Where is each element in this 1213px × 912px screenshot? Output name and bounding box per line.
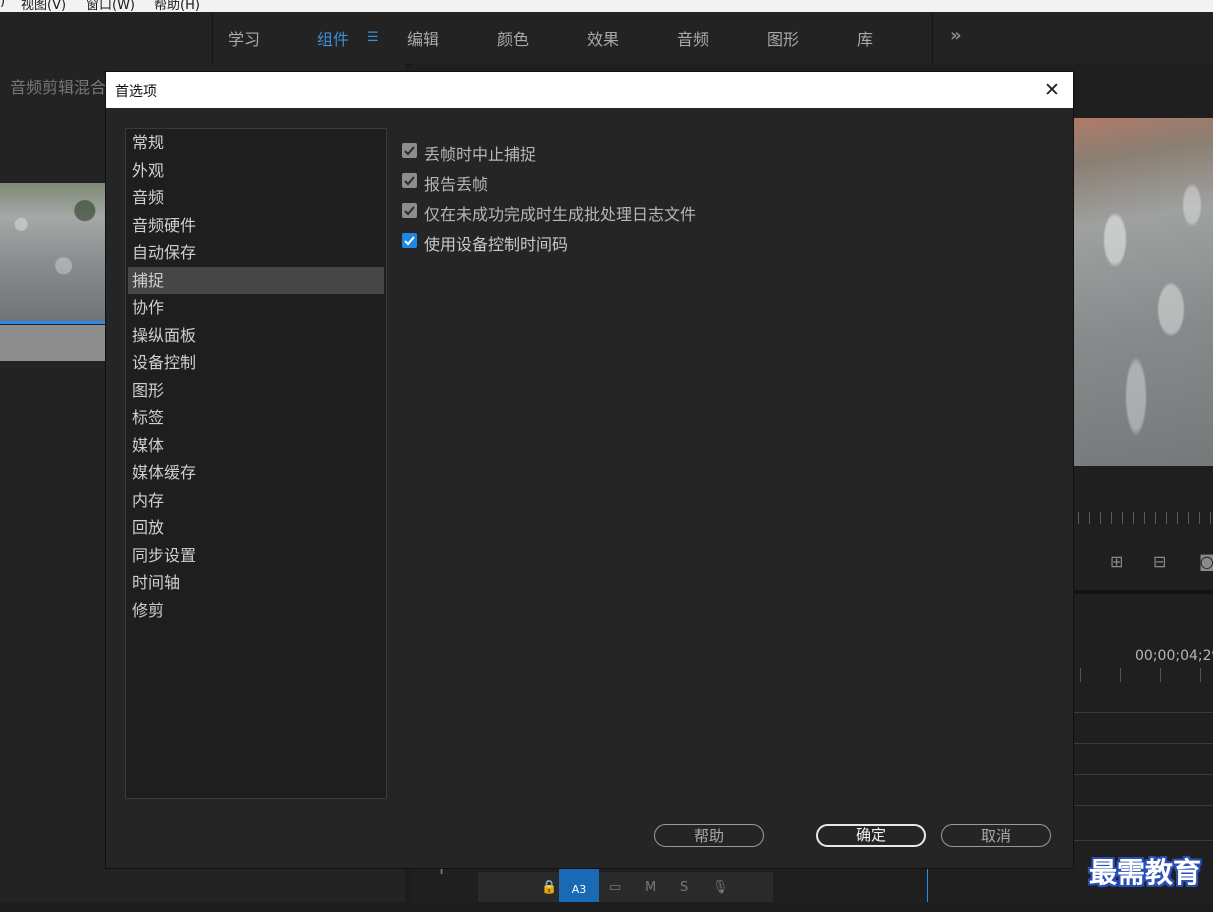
checkbox[interactable] <box>402 143 417 158</box>
menu-item-edit-fragment[interactable]: ) <box>0 0 5 9</box>
track-divider <box>1073 774 1213 775</box>
panel-title: 音频剪辑混合 <box>10 78 107 97</box>
track-target-a3[interactable]: A3 <box>559 868 599 902</box>
workspace-divider <box>932 12 933 64</box>
microphone-icon[interactable]: 🎙 <box>712 880 729 895</box>
workspace-tab-color[interactable]: 颜色 <box>497 26 529 50</box>
menu-item-window[interactable]: 窗口(W) <box>86 0 135 12</box>
category-general[interactable]: 常规 <box>128 129 384 156</box>
track-divider <box>1073 743 1213 744</box>
category-capture[interactable]: 捕捉 <box>128 266 384 294</box>
category-sync-settings[interactable]: 同步设置 <box>128 542 384 569</box>
dialog-title-bar[interactable]: 首选项 ✕ <box>106 72 1073 108</box>
category-appearance[interactable]: 外观 <box>128 157 384 184</box>
option-label: 使用设备控制时间码 <box>424 235 569 254</box>
menu-item-view[interactable]: 视图(V) <box>21 0 66 12</box>
preferences-dialog: 首选项 ✕ 常规 外观 音频 音频硬件 自动保存 捕捉 协作 操纵面板 设备控制… <box>106 72 1073 868</box>
workspace-tab-editing[interactable]: 编辑 <box>407 26 439 50</box>
category-audio[interactable]: 音频 <box>128 184 384 211</box>
dialog-title: 首选项 <box>115 84 157 100</box>
checkbox[interactable] <box>402 203 417 218</box>
menu-bar: ) 视图(V) 窗口(W) 帮助(H) <box>0 0 1213 12</box>
category-graphics[interactable]: 图形 <box>128 377 384 404</box>
workspace-tab-graphics[interactable]: 图形 <box>767 26 799 50</box>
lift-icon[interactable]: ⊞ <box>1110 552 1123 571</box>
thumbnail-footer <box>0 325 106 361</box>
category-trim[interactable]: 修剪 <box>128 597 384 624</box>
thumbnail-progress-bar <box>0 321 106 324</box>
camera-icon[interactable]: ◙ <box>1199 552 1213 571</box>
option-label: 仅在未成功完成时生成批处理日志文件 <box>424 205 697 224</box>
category-labels[interactable]: 标签 <box>128 404 384 431</box>
double-chevron-right-icon[interactable]: » <box>950 25 962 46</box>
extract-icon[interactable]: ⊟ <box>1153 552 1166 571</box>
checkbox[interactable] <box>402 173 417 188</box>
help-button[interactable]: 帮助 <box>654 824 764 847</box>
category-media[interactable]: 媒体 <box>128 432 384 459</box>
track-divider <box>1073 805 1213 806</box>
track-divider <box>1073 840 1213 841</box>
category-device-control[interactable]: 设备控制 <box>128 349 384 376</box>
category-list: 常规 外观 音频 音频硬件 自动保存 捕捉 协作 操纵面板 设备控制 图形 标签… <box>125 128 387 799</box>
menu-item-help[interactable]: 帮助(H) <box>154 0 200 12</box>
ok-button[interactable]: 确定 <box>816 824 926 847</box>
workspace-tab-effects[interactable]: 效果 <box>587 26 619 50</box>
category-audio-hardware[interactable]: 音频硬件 <box>128 212 384 239</box>
category-media-cache[interactable]: 媒体缓存 <box>128 459 384 486</box>
watermark-logo: 最需教育 <box>1089 856 1202 889</box>
timeline-divider <box>1073 590 1213 594</box>
workspace-divider <box>212 12 213 64</box>
option-label: 报告丢帧 <box>424 175 489 194</box>
track-divider <box>1073 712 1213 713</box>
lock-icon[interactable]: 🔒 <box>541 880 557 895</box>
category-playback[interactable]: 回放 <box>128 514 384 541</box>
playhead[interactable] <box>927 868 928 902</box>
program-video-frame <box>1073 118 1213 466</box>
category-timeline[interactable]: 时间轴 <box>128 569 384 596</box>
timeline-ruler[interactable] <box>1080 668 1213 682</box>
workspace-tab-libraries[interactable]: 库 <box>857 26 873 50</box>
hamburger-menu-icon[interactable]: ☰ <box>367 30 379 45</box>
workspace-tab-audio[interactable]: 音频 <box>677 26 709 50</box>
monitor-ruler[interactable] <box>1078 512 1213 524</box>
cancel-button[interactable]: 取消 <box>941 824 1051 847</box>
option-label: 丢帧时中止捕捉 <box>424 145 537 164</box>
workspace-bar: 学习 组件 ☰ 编辑 颜色 效果 音频 图形 库 » <box>0 12 1213 65</box>
checkbox[interactable] <box>402 233 417 248</box>
category-auto-save[interactable]: 自动保存 <box>128 239 384 266</box>
mute-button[interactable]: M <box>645 880 656 895</box>
category-control-surface[interactable]: 操纵面板 <box>128 322 384 349</box>
close-icon[interactable]: ✕ <box>1042 80 1062 100</box>
workspace-tab-learn[interactable]: 学习 <box>228 26 260 50</box>
category-memory[interactable]: 内存 <box>128 487 384 514</box>
workspace-tab-assembly[interactable]: 组件 <box>317 26 349 50</box>
source-thumbnail <box>0 183 106 321</box>
solo-button[interactable]: S <box>680 880 688 895</box>
timeline-timecode: 00;00;04;29 <box>1135 648 1213 664</box>
category-collaboration[interactable]: 协作 <box>128 294 384 321</box>
sync-lock-icon[interactable]: ▭ <box>609 880 621 895</box>
